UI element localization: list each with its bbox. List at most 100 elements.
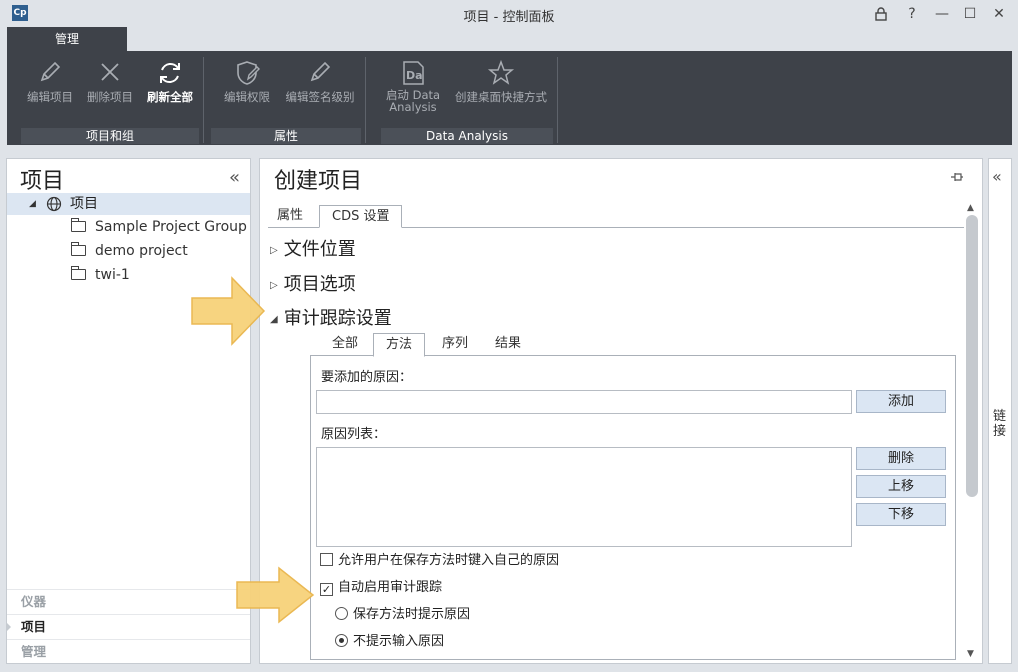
refresh-all-button[interactable]: 刷新全部 — [143, 59, 197, 113]
section-label: 项目选项 — [283, 274, 356, 295]
refresh-all-label: 刷新全部 — [147, 90, 193, 104]
tree-item-demo-project[interactable]: demo project — [71, 240, 188, 262]
folder-icon — [71, 266, 86, 280]
scroll-up-icon[interactable]: ▲ — [967, 203, 974, 213]
globe-icon — [46, 196, 62, 216]
expand-icon[interactable]: « — [992, 167, 1002, 186]
create-shortcut-label: 创建桌面快捷方式 — [455, 90, 547, 104]
expanded-caret-icon[interactable]: ◢ — [29, 193, 36, 215]
pencil-icon — [23, 59, 77, 89]
close-button[interactable]: ✕ — [986, 3, 1012, 25]
maximize-button[interactable]: ☐ — [957, 3, 983, 25]
edit-signature-level-button[interactable]: 编辑签名级别 — [283, 59, 357, 113]
nav-admin[interactable]: 管理 — [7, 639, 250, 663]
section-label: 审计跟踪设置 — [283, 308, 392, 329]
links-label: 链接 — [993, 409, 1007, 439]
vertical-scrollbar[interactable]: ▲ ▼ — [964, 199, 982, 663]
nav-instruments[interactable]: 仪器 — [7, 589, 250, 613]
move-up-button[interactable]: 上移 — [856, 475, 946, 498]
scroll-down-icon[interactable]: ▼ — [967, 649, 974, 659]
folder-icon — [71, 242, 86, 256]
panel-title: 项目 — [20, 169, 65, 194]
svg-text:Da: Da — [406, 69, 423, 82]
minimize-button[interactable]: — — [929, 3, 955, 25]
highlight-arrow-icon — [236, 566, 315, 624]
star-icon — [451, 59, 551, 89]
reason-list-box[interactable] — [316, 447, 852, 547]
launch-data-analysis-label: 启动 Data Analysis — [385, 88, 441, 114]
ribbon-separator — [203, 57, 204, 143]
tree-root-label: 项目 — [70, 196, 98, 212]
section-file-location[interactable]: ▷ 文件位置 — [270, 235, 356, 261]
ribbon: 编辑项目 删除项目 刷新全部 编辑权限 编辑签名级别 Da 启动 Data An… — [7, 51, 1012, 145]
edit-project-label: 编辑项目 — [27, 90, 73, 104]
delete-project-label: 删除项目 — [87, 90, 133, 104]
projects-panel: 项目 « ◢ 项目 Sample Project Group demo proj… — [6, 158, 251, 664]
no-prompt-radio[interactable]: 不提示输入原因 — [335, 634, 444, 650]
close-icon — [83, 59, 137, 89]
nav-pointer-icon — [6, 622, 11, 632]
help-button[interactable]: ? — [899, 3, 925, 25]
title-bar: Cp 项目 - 控制面板 ? — ☐ ✕ — [0, 0, 1018, 28]
radio-selected-icon — [335, 634, 348, 647]
tree-item-label: twi-1 — [95, 267, 130, 283]
edit-permissions-label: 编辑权限 — [224, 90, 270, 104]
launch-data-analysis-button[interactable]: Da 启动 Data Analysis — [381, 59, 445, 113]
tree-item-label: demo project — [95, 243, 188, 259]
page-title: 创建项目 — [274, 169, 363, 194]
highlight-arrow-icon — [191, 276, 266, 346]
subtab-all[interactable]: 全部 — [320, 333, 370, 357]
tab-cds-settings[interactable]: CDS 设置 — [319, 205, 403, 228]
checkbox-icon — [320, 553, 333, 566]
checkmark-icon: ✓ — [320, 583, 333, 596]
tree-item-twi-1[interactable]: twi-1 — [71, 264, 130, 286]
add-button[interactable]: 添加 — [856, 390, 946, 413]
section-project-options[interactable]: ▷ 项目选项 — [270, 270, 356, 296]
collapse-icon[interactable]: « — [229, 167, 240, 188]
section-label: 文件位置 — [283, 239, 356, 260]
tree-root-projects[interactable]: ◢ 项目 — [7, 193, 250, 215]
reason-to-add-input[interactable] — [316, 390, 852, 414]
ribbon-group-projects: 项目和组 — [21, 128, 199, 144]
delete-button[interactable]: 删除 — [856, 447, 946, 470]
radio-label: 保存方法时提示原因 — [353, 607, 471, 622]
ribbon-separator — [365, 57, 366, 143]
window-title: 项目 - 控制面板 — [463, 10, 555, 25]
collapsed-caret-icon: ▷ — [270, 280, 278, 291]
tree-item-label: Sample Project Group — [95, 219, 247, 235]
radio-icon — [335, 607, 348, 620]
folder-icon — [71, 218, 86, 232]
data-analysis-icon: Da — [381, 59, 445, 89]
ribbon-tab-manage[interactable]: 管理 — [7, 27, 127, 51]
checkbox-label: 允许用户在保存方法时键入自己的原因 — [338, 553, 560, 568]
subtab-method[interactable]: 方法 — [373, 333, 426, 357]
scroll-thumb[interactable] — [966, 215, 978, 497]
subtab-sequence[interactable]: 序列 — [430, 333, 480, 357]
allow-own-reason-checkbox[interactable]: 允许用户在保存方法时键入自己的原因 — [320, 553, 559, 569]
lock-icon[interactable] — [868, 3, 894, 25]
shield-pencil-icon — [219, 59, 275, 89]
pencil-icon — [283, 59, 357, 89]
create-shortcut-button[interactable]: 创建桌面快捷方式 — [451, 59, 551, 113]
reason-list-label: 原因列表： — [321, 427, 387, 442]
tab-properties[interactable]: 属性 — [265, 205, 315, 228]
prompt-reason-radio[interactable]: 保存方法时提示原因 — [335, 607, 470, 623]
subtab-results[interactable]: 结果 — [483, 333, 533, 357]
refresh-icon — [143, 59, 197, 89]
links-panel[interactable]: « 链接 — [988, 158, 1012, 664]
create-project-panel: 创建项目 属性 CDS 设置 ▷ 文件位置 ▷ 项目选项 ◢ 审计跟踪设置 全部 方法… — [259, 158, 983, 664]
section-audit-trail-settings[interactable]: ◢ 审计跟踪设置 — [270, 304, 392, 330]
tree-item-sample-project-group[interactable]: Sample Project Group — [71, 216, 247, 238]
edit-signature-level-label: 编辑签名级别 — [285, 90, 355, 104]
pin-icon[interactable] — [950, 171, 964, 187]
checkbox-label: 自动启用审计跟踪 — [338, 580, 443, 595]
delete-project-button[interactable]: 删除项目 — [83, 59, 137, 113]
collapsed-caret-icon: ▷ — [270, 245, 278, 256]
auto-enable-audit-checkbox[interactable]: ✓ 自动启用审计跟踪 — [320, 580, 442, 596]
nav-projects[interactable]: 项目 — [6, 614, 250, 638]
move-down-button[interactable]: 下移 — [856, 503, 946, 526]
edit-permissions-button[interactable]: 编辑权限 — [219, 59, 275, 113]
edit-project-button[interactable]: 编辑项目 — [23, 59, 77, 113]
expanded-caret-icon: ◢ — [270, 314, 278, 325]
nav-projects-label: 项目 — [21, 619, 47, 634]
